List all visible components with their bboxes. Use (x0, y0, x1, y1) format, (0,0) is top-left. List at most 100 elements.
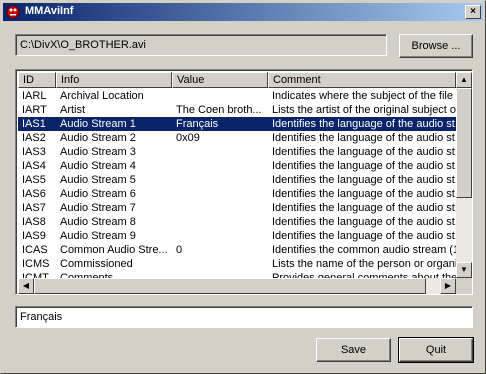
close-button[interactable]: × (465, 5, 481, 19)
list-row[interactable]: ICMS Commissioned Lists the name of the pe… (18, 257, 456, 271)
list-row[interactable]: IAS3 Audio Stream 3 Identifies the languag… (18, 145, 456, 159)
cell-info: Audio Stream 5 (60, 174, 136, 186)
cell-value (172, 145, 268, 159)
scroll-left-button[interactable]: ◀ (18, 278, 34, 294)
cell-comment: Identifies the language of the audio st.… (272, 216, 456, 228)
scroll-up-button[interactable]: ▲ (456, 72, 472, 88)
arrow-right-icon: ▶ (444, 281, 452, 290)
cell-id: IAS3 (22, 146, 46, 158)
value-edit-field[interactable] (15, 306, 473, 328)
quit-button[interactable]: Quit (398, 337, 474, 363)
cell-info: Common Audio Stre... (60, 244, 168, 256)
scroll-right-button[interactable]: ▶ (440, 278, 456, 294)
cell-id: ICMS (22, 258, 50, 270)
cell-comment: Indicates where the subject of the file … (272, 90, 456, 102)
cell-info: Commissioned (60, 258, 133, 270)
list-row[interactable]: IAS4 Audio Stream 4 Identifies the languag… (18, 159, 456, 173)
cell-value (172, 257, 268, 271)
cell-id: IAS9 (22, 230, 46, 242)
close-icon: × (470, 6, 476, 17)
title-bar[interactable]: MMAviInf × (3, 3, 483, 21)
list-row[interactable]: ICAS Common Audio Stre... 0 Identifies the … (18, 243, 456, 257)
horizontal-scroll-thumb[interactable] (34, 278, 426, 294)
list-row[interactable]: IAS8 Audio Stream 8 Identifies the languag… (18, 215, 456, 229)
main-window: MMAviInf × C:\DivX\O_BROTHER.avi Browse … (0, 0, 486, 374)
cell-id: IAS8 (22, 216, 46, 228)
cell-comment: Lists the name of the person or organi..… (272, 258, 456, 270)
cell-comment: Identifies the language of the audio st.… (272, 230, 456, 242)
list-row[interactable]: IAS6 Audio Stream 6 Identifies the languag… (18, 187, 456, 201)
arrow-up-icon: ▲ (460, 75, 468, 84)
cell-value: Français (176, 118, 219, 130)
column-header-comment[interactable]: Comment (268, 72, 456, 88)
list-row[interactable]: IAS1 Audio Stream 1 Français Identifies the… (18, 117, 456, 131)
window-title: MMAviInf (25, 5, 74, 17)
cell-id: IAS6 (22, 188, 46, 200)
arrow-left-icon: ◀ (22, 281, 30, 290)
cell-id: IAS1 (22, 118, 46, 130)
cell-value (172, 173, 268, 187)
list-header: ID Info Value Comment (18, 72, 456, 88)
cell-comment: Identifies the language of the audio st.… (272, 118, 456, 130)
cell-id: IAS5 (22, 174, 46, 186)
cell-value (172, 201, 268, 215)
cell-comment: Provides general comments about the ... (272, 272, 456, 278)
cell-id: ICAS (22, 244, 48, 256)
cell-value (172, 89, 268, 103)
cell-id: IAS4 (22, 160, 46, 172)
horizontal-scrollbar[interactable]: ◀ ▶ (18, 278, 456, 294)
list-row[interactable]: IAS7 Audio Stream 7 Identifies the languag… (18, 201, 456, 215)
column-header-info[interactable]: Info (56, 72, 172, 88)
list-row[interactable]: IART Artist The Coen broth... Lists the art… (18, 103, 456, 117)
cell-comment: Identifies the language of the audio st.… (272, 132, 456, 144)
cell-comment: Identifies the language of the audio st.… (272, 174, 456, 186)
cell-comment: Lists the artist of the original subject… (272, 104, 456, 116)
cell-value: 0x09 (176, 132, 200, 144)
info-list-body: ID Info Value Comment IARL Archival Locat… (18, 72, 456, 278)
cell-info: Archival Location (60, 90, 144, 102)
cell-id: IAS7 (22, 202, 46, 214)
cell-value (172, 271, 268, 278)
cell-value (172, 187, 268, 201)
browse-button[interactable]: Browse ... (399, 34, 473, 58)
cell-info: Audio Stream 8 (60, 216, 136, 228)
cell-info: Audio Stream 4 (60, 160, 136, 172)
vertical-scrollbar[interactable]: ▲ ▼ (456, 72, 472, 278)
cell-value: 0 (176, 244, 183, 256)
column-header-value[interactable]: Value (172, 72, 268, 88)
cell-comment: Identifies the common audio stream (1... (272, 244, 456, 256)
cell-comment: Identifies the language of the audio st.… (272, 146, 456, 158)
cell-id: IART (22, 104, 47, 116)
cell-value (172, 215, 268, 229)
list-row[interactable]: IAS9 Audio Stream 9 Identifies the languag… (18, 229, 456, 243)
cell-id: IARL (22, 90, 47, 102)
file-path-field: C:\DivX\O_BROTHER.avi (15, 34, 387, 56)
cell-value: The Coen broth... (176, 104, 262, 116)
scroll-down-button[interactable]: ▼ (456, 262, 472, 278)
cell-info: Audio Stream 2 (60, 132, 136, 144)
column-header-id[interactable]: ID (18, 72, 56, 88)
arrow-down-icon: ▼ (460, 265, 468, 274)
cell-info: Audio Stream 6 (60, 188, 136, 200)
cell-value (172, 159, 268, 173)
cell-value (172, 229, 268, 243)
save-button[interactable]: Save (316, 338, 391, 362)
cell-info: Audio Stream 1 (60, 118, 136, 130)
cell-comment: Identifies the language of the audio st.… (272, 160, 456, 172)
file-path-text: C:\DivX\O_BROTHER.avi (20, 39, 146, 51)
cell-comment: Identifies the language of the audio st.… (272, 202, 456, 214)
cell-info: Comments (60, 272, 114, 278)
scrollbar-corner (456, 278, 472, 294)
list-row[interactable]: IAS2 Audio Stream 2 0x09 Identifies the lan… (18, 131, 456, 145)
cell-info: Artist (60, 104, 86, 116)
info-list[interactable]: ID Info Value Comment IARL Archival Locat… (15, 69, 473, 295)
list-row[interactable]: ICMT Comments Provides general comments ab… (18, 271, 456, 278)
vertical-scroll-thumb[interactable] (456, 88, 472, 198)
cell-info: Audio Stream 9 (60, 230, 136, 242)
cell-info: Audio Stream 7 (60, 202, 136, 214)
list-row[interactable]: IARL Archival Location Indicates where the… (18, 89, 456, 103)
cell-id: IAS2 (22, 132, 46, 144)
list-row[interactable]: IAS5 Audio Stream 5 Identifies the languag… (18, 173, 456, 187)
app-icon (6, 5, 20, 19)
cell-id: ICMT (22, 272, 49, 278)
